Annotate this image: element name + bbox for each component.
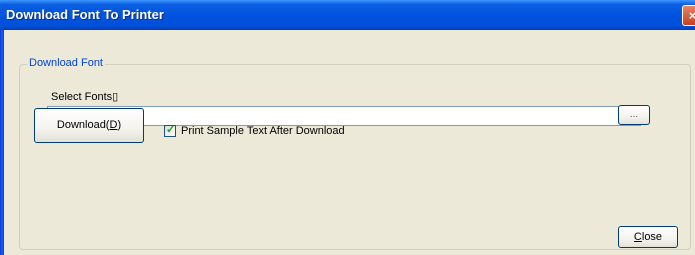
groupbox-legend: Download Font xyxy=(27,57,105,69)
close-button[interactable]: Close xyxy=(618,226,678,248)
select-fonts-label: Select Fonts▯ xyxy=(51,91,119,103)
dialog-client-area: Download Font Select Fonts▯ ... Download… xyxy=(4,30,695,255)
browse-button[interactable]: ... xyxy=(618,105,650,125)
print-sample-checkbox[interactable]: ✓ xyxy=(164,124,176,138)
print-sample-label[interactable]: Print Sample Text After Download xyxy=(181,125,345,137)
close-label-rest: lose xyxy=(641,231,663,243)
title-bar[interactable]: Download Font To Printer × xyxy=(0,0,695,30)
download-button[interactable]: Download(D) xyxy=(34,108,144,143)
window-close-icon[interactable]: × xyxy=(682,5,695,26)
window-title: Download Font To Printer xyxy=(6,7,164,22)
checkmark-icon: ✓ xyxy=(166,124,176,137)
close-accel-key: C xyxy=(633,231,642,243)
print-sample-option[interactable]: ✓ Print Sample Text After Download xyxy=(164,124,345,138)
download-font-groupbox: Download Font Select Fonts▯ xyxy=(19,57,691,250)
download-label-suffix: ) xyxy=(117,119,122,131)
download-label-prefix: Download( xyxy=(56,119,110,131)
